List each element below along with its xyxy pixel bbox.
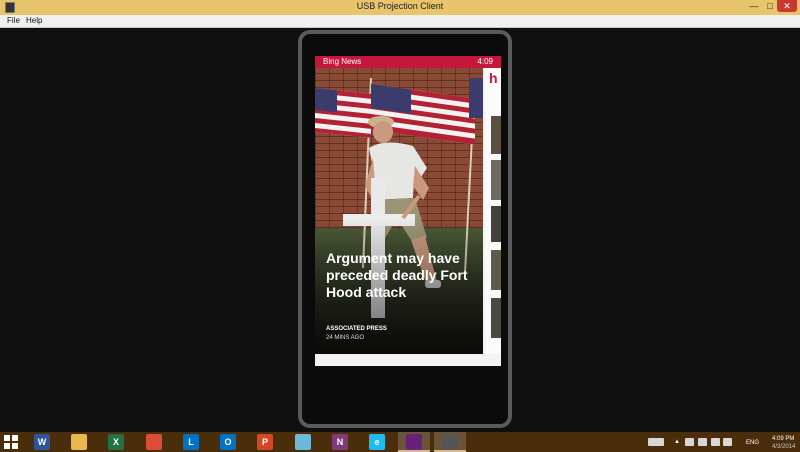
- article-headline[interactable]: Argument may have preceded deadly Fort H…: [326, 250, 476, 301]
- next-thumbnail: [491, 116, 501, 154]
- phone-projection-icon[interactable]: [442, 434, 458, 450]
- status-app-name: Bing News: [323, 57, 362, 66]
- outlook-icon[interactable]: O: [220, 434, 236, 450]
- menu-help[interactable]: Help: [26, 16, 42, 25]
- close-button[interactable]: ✕: [777, 0, 797, 12]
- internet-explorer-icon[interactable]: e: [369, 434, 385, 450]
- display-icon[interactable]: [698, 438, 707, 446]
- sync-icon[interactable]: [711, 438, 720, 446]
- language-indicator[interactable]: ENG: [746, 440, 759, 446]
- word-icon[interactable]: W: [34, 434, 50, 450]
- taskbar: W X L O P Ne ▲ ENG 4:09 PM 4/3/2014: [0, 432, 800, 452]
- network-icon[interactable]: [685, 438, 694, 446]
- onenote-icon[interactable]: N: [332, 434, 348, 450]
- window-titlebar: USB Projection Client — □ ✕: [0, 0, 800, 15]
- next-thumbnail: [491, 298, 501, 338]
- next-thumbnail: [491, 206, 501, 242]
- phone-frame: Bing News 4:09 Argument may have precede…: [298, 30, 512, 428]
- file-explorer-icon[interactable]: [71, 434, 87, 450]
- maximize-button[interactable]: □: [763, 0, 777, 12]
- visual-studio-icon[interactable]: [406, 434, 422, 450]
- next-panel-heading: h: [489, 70, 498, 86]
- powerpoint-icon[interactable]: P: [257, 434, 273, 450]
- flag-left: [315, 88, 371, 138]
- phone-status-bar: Bing News 4:09: [315, 56, 501, 68]
- phone-screen[interactable]: Bing News 4:09 Argument may have precede…: [315, 56, 501, 366]
- excel-icon[interactable]: X: [108, 434, 124, 450]
- article-age: 24 MINS AGO: [326, 335, 365, 341]
- chrome-icon[interactable]: [146, 434, 162, 450]
- menu-file[interactable]: File: [7, 16, 20, 25]
- clock-time[interactable]: 4:09 PM: [772, 436, 794, 442]
- flag-right: [469, 78, 483, 118]
- news-hero-tile[interactable]: Argument may have preceded deadly Fort H…: [315, 68, 483, 354]
- paint-icon[interactable]: [295, 434, 311, 450]
- clock-date[interactable]: 4/3/2014: [772, 444, 795, 450]
- volume-icon[interactable]: [723, 438, 732, 446]
- menu-bar: File Help: [0, 15, 800, 28]
- article-source: ASSOCIATED PRESS: [326, 326, 387, 332]
- show-hidden-icons-icon[interactable]: ▲: [674, 439, 680, 445]
- keyboard-icon[interactable]: [648, 438, 664, 446]
- lync-icon[interactable]: L: [183, 434, 199, 450]
- window-title: USB Projection Client: [356, 1, 444, 11]
- minimize-button[interactable]: —: [745, 0, 763, 12]
- status-time: 4:09: [477, 57, 493, 66]
- next-panel-preview[interactable]: h: [485, 68, 501, 354]
- next-thumbnail: [491, 160, 501, 200]
- next-thumbnail: [491, 250, 501, 290]
- start-button[interactable]: [4, 435, 18, 449]
